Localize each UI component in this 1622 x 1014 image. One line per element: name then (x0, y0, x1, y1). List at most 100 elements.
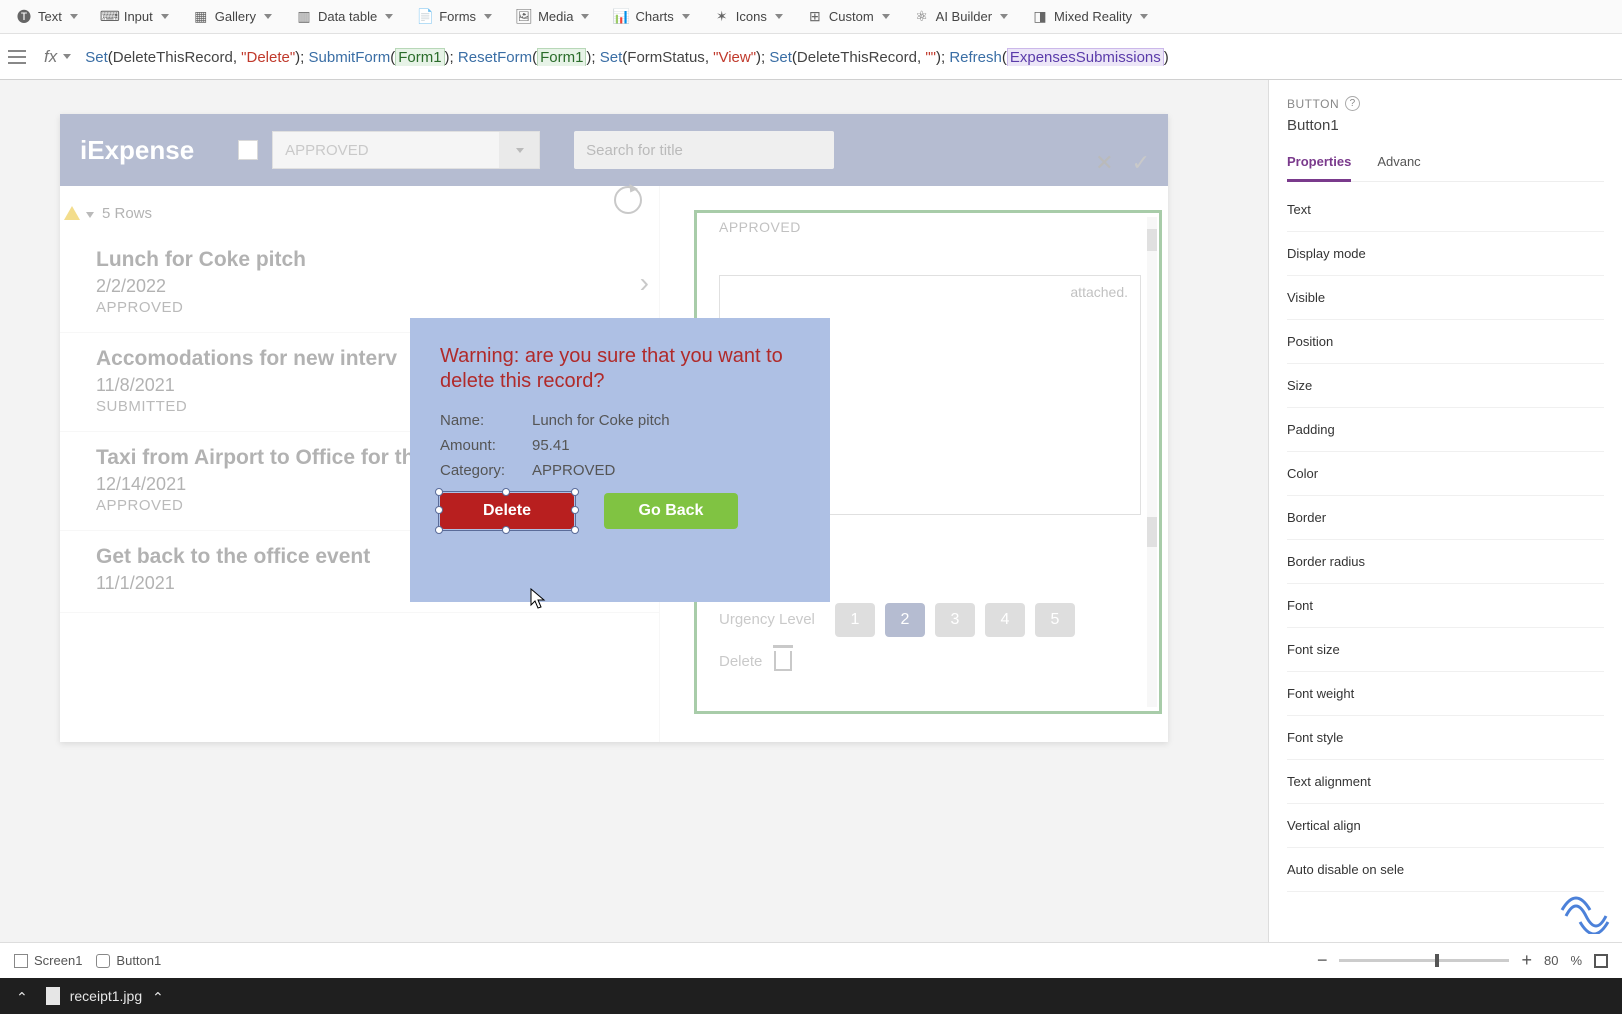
name-value: Lunch for Coke pitch (532, 412, 670, 429)
check-icon[interactable]: ✓ (1132, 150, 1150, 176)
ribbon-label: AI Builder (936, 9, 992, 24)
urgency-level-5[interactable]: 5 (1035, 603, 1075, 637)
tab-properties[interactable]: Properties (1287, 148, 1351, 182)
insert-ribbon: 🅣 Text ⌨Input▦Gallery ▥ Data table 📄Forms🖼Med… (0, 0, 1622, 34)
taskbar-file[interactable]: receipt1.jpg ⌄ (46, 987, 164, 1005)
urgency-level-4[interactable]: 4 (985, 603, 1025, 637)
property-vertical-align[interactable]: Vertical align (1287, 804, 1604, 848)
app-title: iExpense (80, 135, 194, 166)
property-size[interactable]: Size (1287, 364, 1604, 408)
ribbon-item-media[interactable]: 🖼Media (504, 0, 601, 33)
ribbon-item-gallery[interactable]: ▦Gallery (181, 0, 284, 33)
ribbon-item-icons[interactable]: ✶Icons (702, 0, 795, 33)
go-back-button[interactable]: Go Back (604, 493, 738, 529)
formula-text[interactable]: Set(DeleteThisRecord, "Delete"); SubmitF… (85, 48, 1614, 66)
urgency-level-3[interactable]: 3 (935, 603, 975, 637)
urgency-level-label: Urgency Level (719, 611, 815, 628)
control-name: Button1 (1287, 117, 1604, 134)
ribbon-label: Text (38, 9, 62, 24)
ribbon-label: Data table (318, 9, 377, 24)
text-icon: 🅣 (16, 9, 32, 25)
ribbon-item-input[interactable]: ⌨Input (90, 0, 181, 33)
charts-icon: 📊 (613, 9, 629, 25)
formula-expand-icon[interactable] (8, 50, 26, 64)
property-text[interactable]: Text (1287, 188, 1604, 232)
chevron-right-icon[interactable]: › (640, 267, 649, 299)
category-key: Category: (440, 462, 532, 479)
ribbon-label: Forms (439, 9, 476, 24)
chevron-down-icon[interactable] (86, 212, 94, 218)
windows-taskbar: ⌄ receipt1.jpg ⌄ (0, 978, 1622, 1014)
property-padding[interactable]: Padding (1287, 408, 1604, 452)
ribbon-label: Icons (736, 9, 767, 24)
fx-icon: fx (44, 47, 57, 67)
zoom-slider[interactable] (1339, 959, 1509, 962)
chevron-down-icon (775, 14, 783, 19)
property-font[interactable]: Font (1287, 584, 1604, 628)
urgency-level-2[interactable]: 2 (885, 603, 925, 637)
chevron-down-icon (70, 14, 78, 19)
ribbon-item-data-table[interactable]: ▥ Data table (284, 0, 405, 33)
amount-value: 95.41 (532, 437, 570, 454)
data-table-icon: ▥ (296, 9, 312, 25)
reload-icon[interactable] (614, 186, 642, 214)
chevron-down-icon (1140, 14, 1148, 19)
custom-icon: ⊞ (807, 9, 823, 25)
ribbon-label: Custom (829, 9, 874, 24)
fullscreen-icon[interactable] (1594, 954, 1608, 968)
screen-icon (14, 954, 28, 968)
chevron-down-icon (882, 14, 890, 19)
expense-date: 2/2/2022 (96, 276, 631, 297)
property-display-mode[interactable]: Display mode (1287, 232, 1604, 276)
property-border-radius[interactable]: Border radius (1287, 540, 1604, 584)
ribbon-item-forms[interactable]: 📄Forms (405, 0, 504, 33)
button-icon (96, 954, 110, 968)
property-text-alignment[interactable]: Text alignment (1287, 760, 1604, 804)
chevron-up-icon[interactable]: ⌄ (16, 988, 28, 1005)
close-icon[interactable]: ✕ (1095, 150, 1113, 176)
ribbon-item-mixed-reality[interactable]: ◨Mixed Reality (1020, 0, 1160, 33)
form-scrollbar[interactable] (1147, 217, 1157, 707)
property-visible[interactable]: Visible (1287, 276, 1604, 320)
ribbon-item-custom[interactable]: ⊞ Custom (795, 0, 902, 33)
zoom-in-button[interactable]: + (1521, 950, 1532, 971)
input-icon: ⌨ (102, 9, 118, 25)
file-name: receipt1.jpg (70, 988, 142, 1004)
dialog-warning-text: Warning: are you sure that you want to d… (440, 344, 800, 394)
expense-title: Lunch for Coke pitch (96, 248, 631, 272)
breadcrumb-screen[interactable]: Screen1 (14, 953, 82, 968)
chevron-down-icon (484, 14, 492, 19)
ribbon-item-text[interactable]: 🅣 Text (4, 0, 90, 33)
property-font-weight[interactable]: Font weight (1287, 672, 1604, 716)
property-font-style[interactable]: Font style (1287, 716, 1604, 760)
property-position[interactable]: Position (1287, 320, 1604, 364)
search-placeholder: Search for title (586, 142, 683, 159)
ribbon-label: Mixed Reality (1054, 9, 1132, 24)
info-icon[interactable]: ? (1345, 96, 1360, 111)
urgency-level-1[interactable]: 1 (835, 603, 875, 637)
urgency-level-buttons: 12345 (835, 603, 1075, 637)
zoom-unit: % (1570, 953, 1582, 968)
breadcrumb-control[interactable]: Button1 (96, 953, 161, 968)
trash-icon[interactable] (774, 651, 792, 671)
chevron-up-icon[interactable]: ⌄ (152, 988, 164, 1005)
ribbon-item-charts[interactable]: 📊 Charts (601, 0, 701, 33)
chevron-down-icon[interactable] (63, 54, 71, 59)
property-font-size[interactable]: Font size (1287, 628, 1604, 672)
header-checkbox[interactable] (238, 140, 258, 160)
chevron-down-icon[interactable] (499, 132, 539, 168)
form-status-value: APPROVED (719, 219, 801, 235)
zoom-controls: − + 80 % (1317, 950, 1608, 971)
tab-advanc[interactable]: Advanc (1377, 148, 1420, 181)
category-value: APPROVED (532, 462, 615, 479)
ribbon-item-ai-builder[interactable]: ⚛AI Builder (902, 0, 1020, 33)
property-border[interactable]: Border (1287, 496, 1604, 540)
status-filter-value: APPROVED (285, 142, 368, 159)
status-filter-dropdown[interactable]: APPROVED (272, 131, 540, 169)
warning-icon (64, 206, 80, 220)
property-color[interactable]: Color (1287, 452, 1604, 496)
ribbon-label: Charts (635, 9, 673, 24)
properties-tabs: Properties Advanc (1287, 148, 1604, 182)
canvas-area: iExpense APPROVED Search for title 5 Row… (0, 80, 1268, 942)
zoom-out-button[interactable]: − (1317, 950, 1328, 971)
